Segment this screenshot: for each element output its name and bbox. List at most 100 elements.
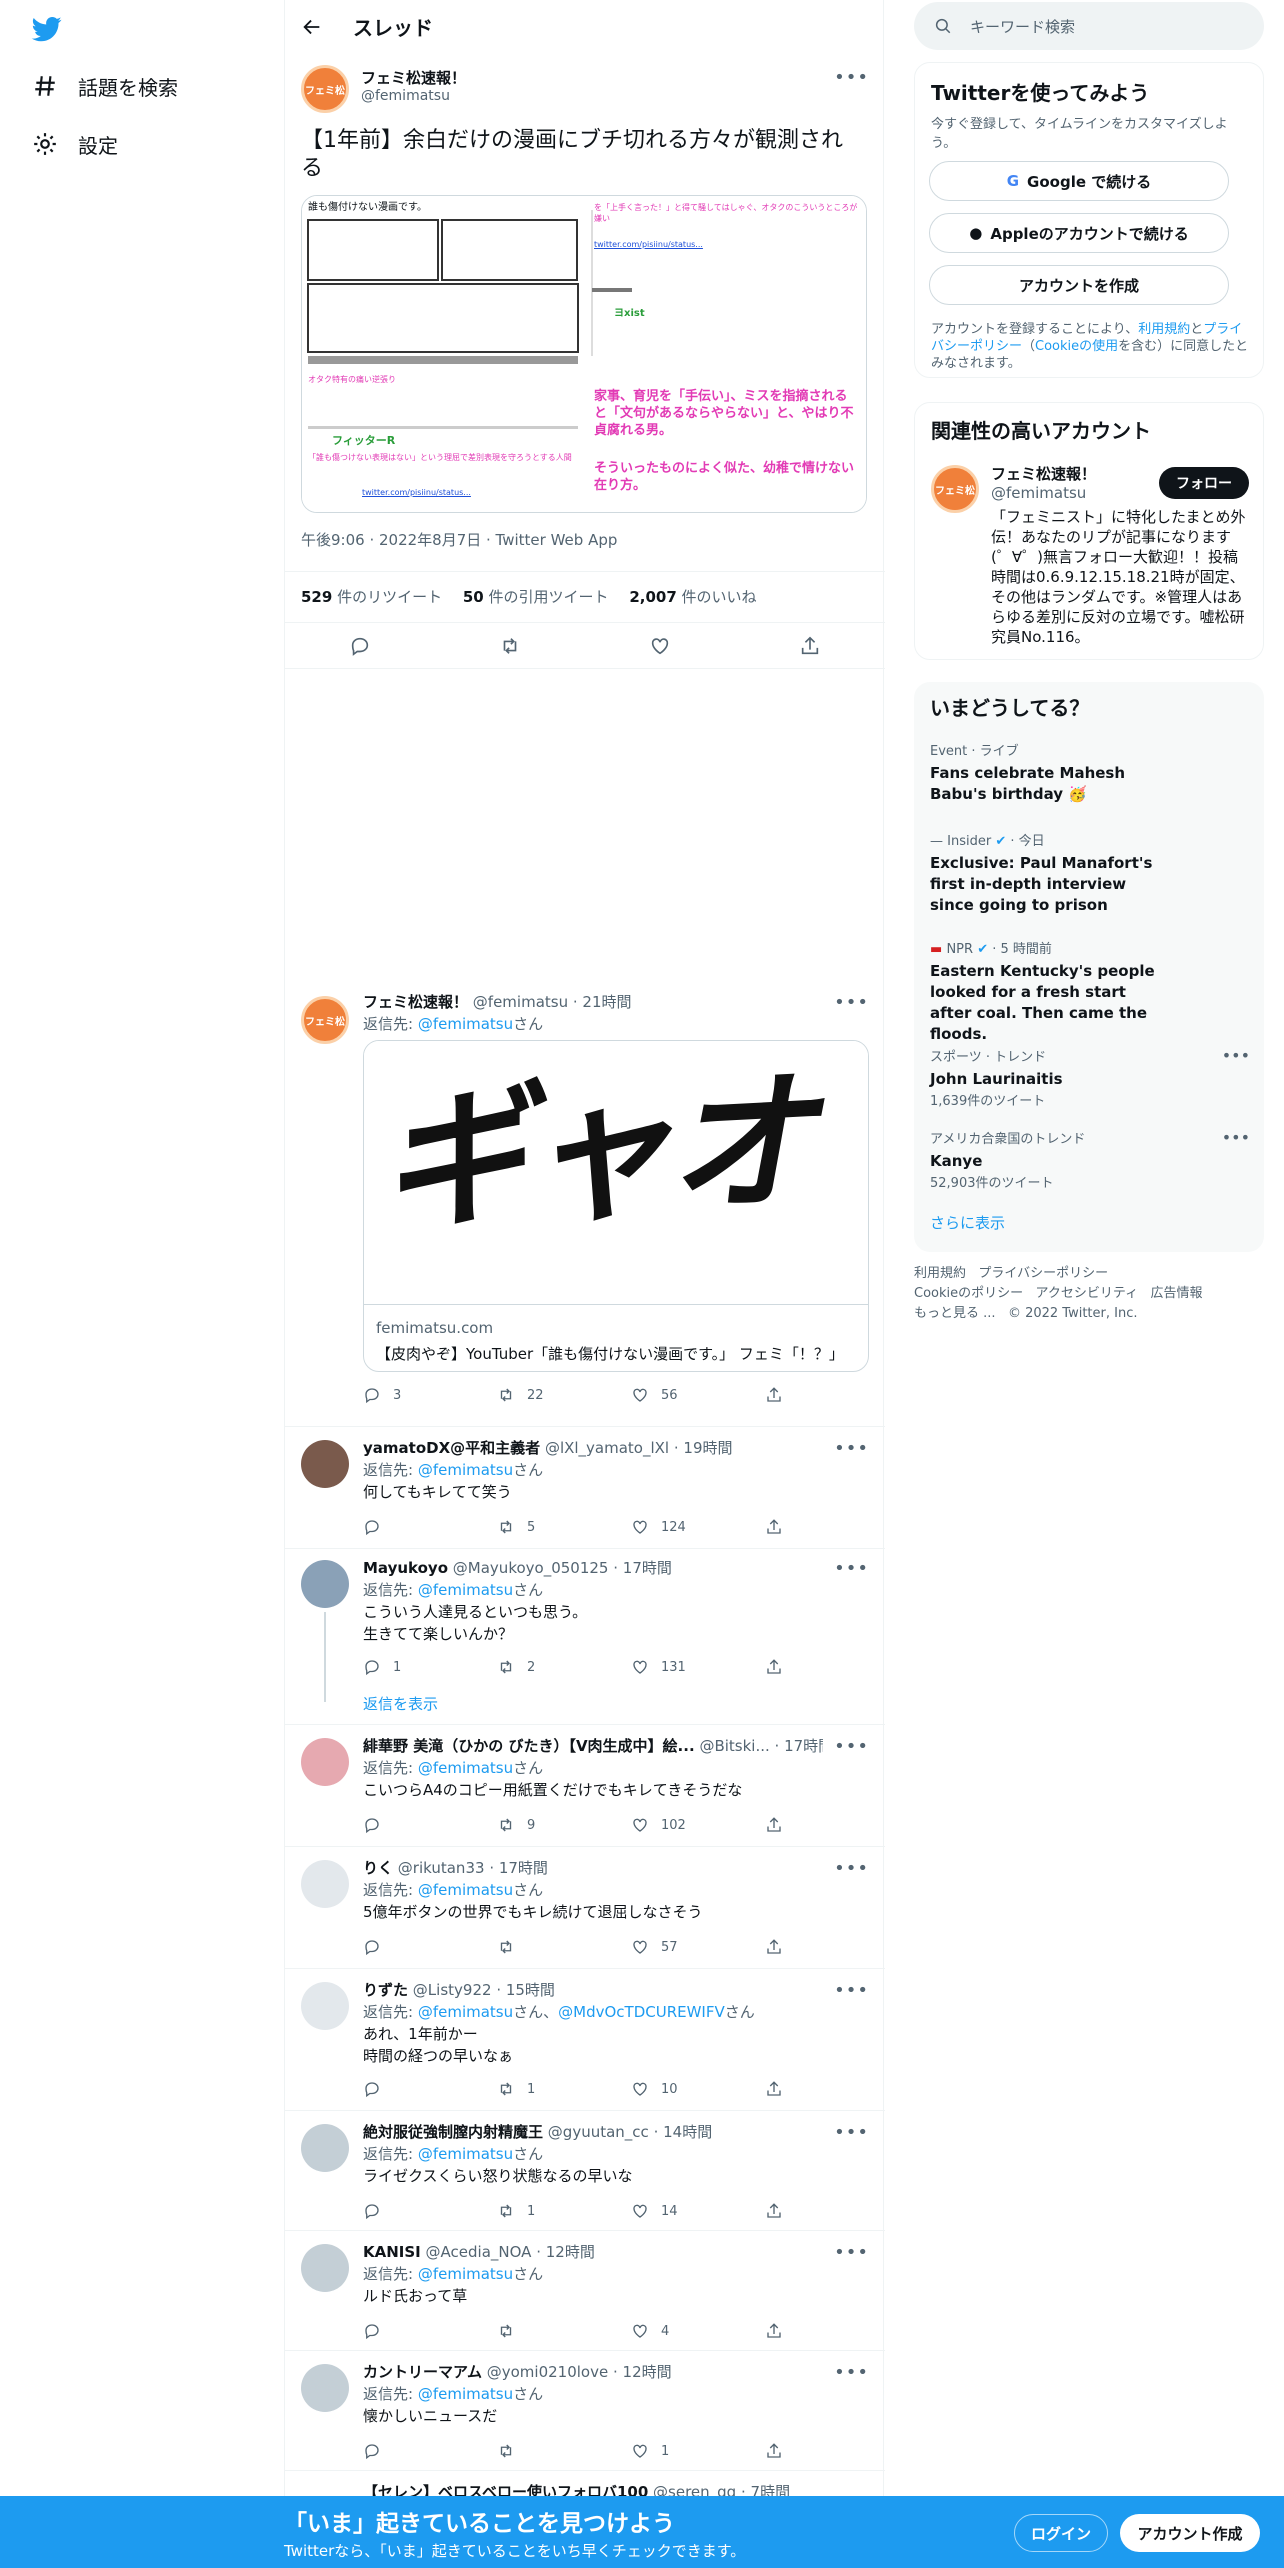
more-icon[interactable]: ••• xyxy=(834,992,869,1013)
reply-tweet[interactable]: フェミ松 フェミ松速報！ @femimatsu · 21時間 ••• 返信先: … xyxy=(285,990,885,1424)
author-name[interactable]: Mayukoyo xyxy=(363,1559,448,1577)
author-name[interactable]: フェミ松速報！ xyxy=(361,67,466,88)
trend-item[interactable]: アメリカ合衆国のトレンド Kanye 52,903件のツイート ••• xyxy=(930,1128,1250,1191)
google-signin-button[interactable]: G Google で続ける xyxy=(929,161,1229,201)
show-more-link[interactable]: さらに表示 xyxy=(930,1212,1005,1233)
show-replies-link[interactable]: 返信を表示 xyxy=(363,1694,438,1714)
share-button[interactable] xyxy=(765,1658,899,1676)
reply-button[interactable] xyxy=(363,2202,497,2220)
reply-tweet[interactable]: Mayukoyo @Mayukoyo_050125 · 17時間 ••• 返信先… xyxy=(285,1556,885,1720)
like-button[interactable]: 131 xyxy=(631,1658,765,1676)
more-icon[interactable]: ••• xyxy=(1222,1046,1250,1065)
like-button[interactable]: 4 xyxy=(631,2322,765,2340)
author-handle[interactable]: @rikutan33 xyxy=(398,1859,485,1877)
nav-settings[interactable]: 設定 xyxy=(32,124,118,164)
author-name[interactable]: KANISI xyxy=(363,2243,421,2261)
author-handle[interactable]: @femimatsu xyxy=(473,993,568,1011)
avatar[interactable] xyxy=(301,2364,349,2412)
author-name[interactable]: yamatoDX@平和主義者 xyxy=(363,1439,540,1457)
reply-tweet[interactable]: yamatoDX@平和主義者 @lXl_yamato_lXl · 19時間 ••… xyxy=(285,1436,885,1548)
search-input[interactable]: キーワード検索 xyxy=(970,16,1075,37)
more-icon[interactable]: ••• xyxy=(834,1558,869,1579)
reply-tweet[interactable]: カントリーマアム @yomi0210love · 12時間 ••• 返信先: @… xyxy=(285,2360,885,2472)
author-handle[interactable]: @yomi0210love xyxy=(487,2363,608,2381)
more-icon[interactable]: ••• xyxy=(834,1980,869,2001)
retweet-button[interactable]: 2 xyxy=(497,1658,631,1676)
like-button[interactable]: 102 xyxy=(631,1816,765,1834)
footer-link[interactable]: 広告情報 xyxy=(1151,1286,1203,1301)
more-icon[interactable]: ••• xyxy=(1222,1128,1250,1147)
author-name[interactable]: りく xyxy=(363,1859,393,1877)
time[interactable]: · 21時間 xyxy=(573,993,632,1011)
retweet-button[interactable]: 9 xyxy=(497,1816,631,1834)
share-button[interactable] xyxy=(765,2202,899,2220)
quote-count[interactable]: 50 件の引用ツイート xyxy=(463,588,609,606)
share-button[interactable] xyxy=(765,1938,899,1956)
more-icon[interactable]: ••• xyxy=(834,2242,869,2263)
reply-button[interactable] xyxy=(363,1518,497,1536)
reply-button[interactable] xyxy=(363,1938,497,1956)
tweet-image[interactable]: 誰も傷付けない漫画です。 を「上手く言った！」と得て騒してはしゃぐ、オタクのこう… xyxy=(301,195,867,513)
retweet-button[interactable]: 1 xyxy=(497,2202,631,2220)
share-button[interactable] xyxy=(765,2080,899,2098)
avatar[interactable] xyxy=(301,1982,349,2030)
author-name[interactable]: カントリーマアム xyxy=(363,2363,482,2381)
author-name[interactable]: 緋華野 美滝（ひかの びたき）【V肉生成中】絵... xyxy=(363,1737,695,1755)
footer-link[interactable]: Cookieのポリシー xyxy=(914,1286,1023,1301)
author-handle[interactable]: @lXl_yamato_lXl xyxy=(545,1439,669,1457)
more-icon[interactable]: ••• xyxy=(834,1736,869,1757)
nav-explore[interactable]: 話題を検索 xyxy=(32,66,178,106)
reply-button[interactable] xyxy=(363,2322,497,2340)
avatar[interactable] xyxy=(301,2124,349,2172)
reply-tweet[interactable]: 絶対服従強制膣内射精魔王 @gyuutan_cc · 14時間 ••• 返信先:… xyxy=(285,2120,885,2232)
like-icon[interactable] xyxy=(649,635,671,657)
more-icon[interactable]: ••• xyxy=(834,2122,869,2143)
time[interactable]: · 14時間 xyxy=(654,2123,713,2141)
search-box[interactable]: キーワード検索 xyxy=(914,2,1264,50)
reply-button[interactable] xyxy=(363,1816,497,1834)
time[interactable]: · 17時間 xyxy=(613,1559,672,1577)
reply-icon[interactable] xyxy=(349,635,371,657)
more-icon[interactable]: ••• xyxy=(834,2362,869,2383)
link-card[interactable]: ギャオ femimatsu.com 【皮肉やぞ】YouTuber「誰も傷付けない… xyxy=(363,1040,869,1372)
avatar[interactable] xyxy=(301,1860,349,1908)
avatar[interactable]: フェミ松 xyxy=(301,996,349,1044)
share-button[interactable] xyxy=(765,2322,899,2340)
avatar[interactable]: フェミ松 xyxy=(301,65,349,113)
like-count[interactable]: 2,007 件のいいね xyxy=(629,588,756,606)
share-icon[interactable] xyxy=(799,635,821,657)
like-button[interactable]: 124 xyxy=(631,1518,765,1536)
more-icon[interactable]: ••• xyxy=(834,1438,869,1459)
author-handle[interactable]: @Acedia_NOA xyxy=(426,2243,532,2261)
author-name[interactable]: りずた xyxy=(363,1981,408,1999)
avatar[interactable]: フェミ松 xyxy=(931,465,979,513)
reply-button[interactable] xyxy=(363,2442,497,2460)
share-button[interactable] xyxy=(765,1518,899,1536)
reply-button[interactable]: 3 xyxy=(363,1386,497,1404)
retweet-button[interactable]: 5 xyxy=(497,1518,631,1536)
like-button[interactable]: 10 xyxy=(631,2080,765,2098)
time[interactable]: · 15時間 xyxy=(496,1981,555,1999)
author-handle[interactable]: @Bitski... xyxy=(699,1737,769,1755)
create-account-button[interactable]: アカウントを作成 xyxy=(929,265,1229,305)
author-handle[interactable]: @Mayukoyo_050125 xyxy=(453,1559,609,1577)
like-button[interactable]: 14 xyxy=(631,2202,765,2220)
follow-button[interactable]: フォロー xyxy=(1159,467,1249,499)
reply-tweet[interactable]: KANISI @Acedia_NOA · 12時間 ••• 返信先: @femi… xyxy=(285,2240,885,2352)
share-button[interactable] xyxy=(765,1386,899,1404)
like-button[interactable]: 56 xyxy=(631,1386,765,1404)
time[interactable]: · 19時間 xyxy=(674,1439,733,1457)
back-arrow-icon[interactable] xyxy=(301,16,323,38)
reply-tweet[interactable]: 緋華野 美滝（ひかの びたき）【V肉生成中】絵... @Bitski... · … xyxy=(285,1734,885,1846)
like-button[interactable]: 1 xyxy=(631,2442,765,2460)
author-name[interactable]: フェミ松速報！ xyxy=(363,993,468,1011)
author-handle[interactable]: @Listy922 xyxy=(413,1981,492,1999)
mention-link[interactable]: @femimatsu xyxy=(418,1015,513,1033)
author-name[interactable]: 絶対服従強制膣内射精魔王 xyxy=(363,2123,543,2141)
avatar[interactable] xyxy=(301,1440,349,1488)
author-handle[interactable]: @gyuutan_cc xyxy=(548,2123,649,2141)
apple-signin-button[interactable]: ● Appleのアカウントで続ける xyxy=(929,213,1229,253)
reply-tweet[interactable]: りずた @Listy922 · 15時間 ••• 返信先: @femimatsu… xyxy=(285,1978,885,2112)
more-icon[interactable]: ••• xyxy=(834,1858,869,1879)
twitter-logo-icon[interactable] xyxy=(30,14,64,44)
